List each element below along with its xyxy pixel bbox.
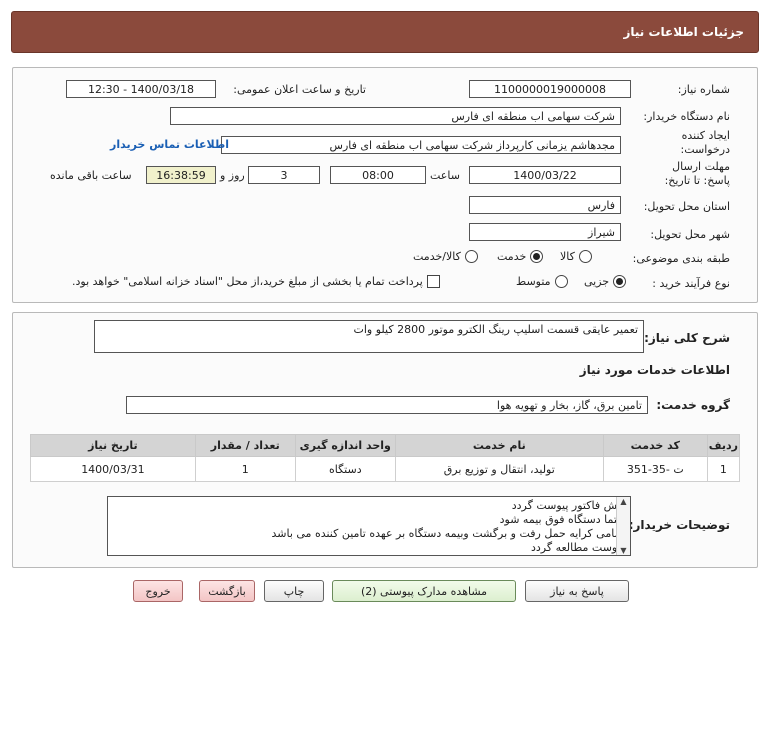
service-group-label: گروه خدمت: xyxy=(656,398,730,412)
treasury-payment-checkbox[interactable]: پرداخت تمام یا بخشی از مبلغ خرید،از محل … xyxy=(72,275,440,288)
buyer-note-line: تمامی کرایه حمل رفت و برگشت وبیمه دستگاه… xyxy=(271,527,624,540)
radio-selected-icon xyxy=(530,250,544,263)
need-number-field: 1100000019000008 xyxy=(469,80,631,98)
radio-icon xyxy=(554,275,568,288)
radio-icon xyxy=(578,250,592,263)
scroll-up-icon[interactable]: ▲ xyxy=(620,497,626,506)
radio-selected-icon xyxy=(613,275,627,288)
announce-date-field: 1400/03/18 - 12:30 xyxy=(66,80,216,98)
description-field: تعمیر عایقی قسمت اسلیپ رینگ الکترو موتور… xyxy=(94,320,644,353)
checkbox-icon xyxy=(426,275,440,288)
cell-quantity: 1 xyxy=(194,456,296,482)
remaining-days-label: روز و xyxy=(220,169,245,182)
cell-service-name: تولید، انتقال و توزیع برق xyxy=(394,456,604,482)
province-label: استان محل تحویل: xyxy=(643,200,730,213)
deadline-date-field: 1400/03/22 xyxy=(469,166,621,184)
page-header: جزئیات اطلاعات نیاز xyxy=(11,11,759,53)
deadline-time-label: ساعت xyxy=(430,169,460,182)
remaining-days-field: 3 xyxy=(248,166,320,184)
scroll-down-icon[interactable]: ▼ xyxy=(620,546,626,555)
category-option-label: کالا/خدمت xyxy=(413,250,461,263)
col-quantity: تعداد / مقدار xyxy=(194,434,296,457)
cell-row: 1 xyxy=(706,456,741,482)
city-label: شهر محل تحویل: xyxy=(650,228,730,241)
col-need-date: تاریخ نیاز xyxy=(30,434,196,457)
buyer-org-label: نام دستگاه خریدار: xyxy=(643,110,730,123)
buyer-contact-link[interactable]: اطلاعات تماس خریدار xyxy=(110,138,229,151)
back-button[interactable]: بازگشت xyxy=(199,580,255,602)
services-section-title: اطلاعات خدمات مورد نیاز xyxy=(579,363,730,377)
purchase-option-label: متوسط xyxy=(516,275,551,288)
category-option-goods[interactable]: کالا xyxy=(560,250,592,263)
deadline-label: مهلت ارسال پاسخ: تا تاریخ: xyxy=(664,160,730,187)
print-button[interactable]: چاپ xyxy=(264,580,324,602)
buyer-note-line: پیش فاکتور پیوست گردد xyxy=(511,499,624,512)
col-row: ردیف xyxy=(706,434,741,457)
need-info-panel xyxy=(12,67,758,303)
buyer-note-line: حتما دستگاه فوق بیمه شود xyxy=(499,513,624,526)
buyer-notes-label: توضیحات خریدار: xyxy=(628,518,730,532)
radio-icon xyxy=(464,250,478,263)
description-label: شرح کلی نیاز: xyxy=(644,331,730,345)
remaining-time-label: ساعت باقی مانده xyxy=(50,169,132,182)
services-table: ردیف کد خدمت نام خدمت واحد اندازه گیری ت… xyxy=(30,434,741,482)
page-title: جزئیات اطلاعات نیاز xyxy=(623,25,744,39)
announce-date-label: تاریخ و ساعت اعلان عمومی: xyxy=(233,83,366,96)
cell-unit: دستگاه xyxy=(294,456,396,482)
category-option-label: خدمت xyxy=(497,250,527,263)
col-unit: واحد اندازه گیری xyxy=(294,434,396,457)
buyer-notes-box[interactable]: پیش فاکتور پیوست گردد حتما دستگاه فوق بی… xyxy=(107,496,631,556)
table-header-row: ردیف کد خدمت نام خدمت واحد اندازه گیری ت… xyxy=(30,434,741,457)
purchase-option-label: جزیی xyxy=(584,275,610,288)
purchase-type-label: نوع فرآیند خرید : xyxy=(652,277,730,290)
creator-field: مجدهاشم یزمانی کارپرداز شرکت سهامی اب من… xyxy=(221,136,621,154)
city-field: شیراز xyxy=(469,223,621,241)
table-row: 1 ت -35-351 تولید، انتقال و توزیع برق دس… xyxy=(30,456,741,482)
creator-label: ایجاد کننده درخواست: xyxy=(680,129,730,156)
exit-button[interactable]: خروج xyxy=(133,580,183,602)
category-label: طبقه بندی موضوعی: xyxy=(632,252,730,265)
treasury-payment-note: پرداخت تمام یا بخشی از مبلغ خرید،از محل … xyxy=(72,275,423,288)
reply-button[interactable]: پاسخ به نیاز xyxy=(525,580,629,602)
notes-scrollbar[interactable]: ▲ ▼ xyxy=(616,497,630,555)
service-group-field: تامین برق، گاز، بخار و تهویه هوا xyxy=(126,396,648,414)
category-option-service[interactable]: خدمت xyxy=(497,250,544,263)
cell-service-code: ت -35-351 xyxy=(602,456,708,482)
remaining-time-field: 16:38:59 xyxy=(146,166,216,184)
view-attachments-button[interactable]: مشاهده مدارک پیوستی (2) xyxy=(332,580,516,602)
deadline-time-field: 08:00 xyxy=(330,166,426,184)
buyer-org-field: شرکت سهامی اب منطقه ای فارس xyxy=(170,107,621,125)
category-option-goods-service[interactable]: کالا/خدمت xyxy=(413,250,478,263)
cell-need-date: 1400/03/31 xyxy=(30,456,196,482)
category-option-label: کالا xyxy=(560,250,575,263)
purchase-type-option-minor[interactable]: جزیی xyxy=(584,275,627,288)
col-service-code: کد خدمت xyxy=(602,434,708,457)
col-service-name: نام خدمت xyxy=(394,434,604,457)
province-field: فارس xyxy=(469,196,621,214)
buyer-note-line: پیوست مطالعه گردد xyxy=(530,541,624,554)
need-number-label: شماره نیاز: xyxy=(677,83,730,96)
purchase-type-option-medium[interactable]: متوسط xyxy=(516,275,568,288)
